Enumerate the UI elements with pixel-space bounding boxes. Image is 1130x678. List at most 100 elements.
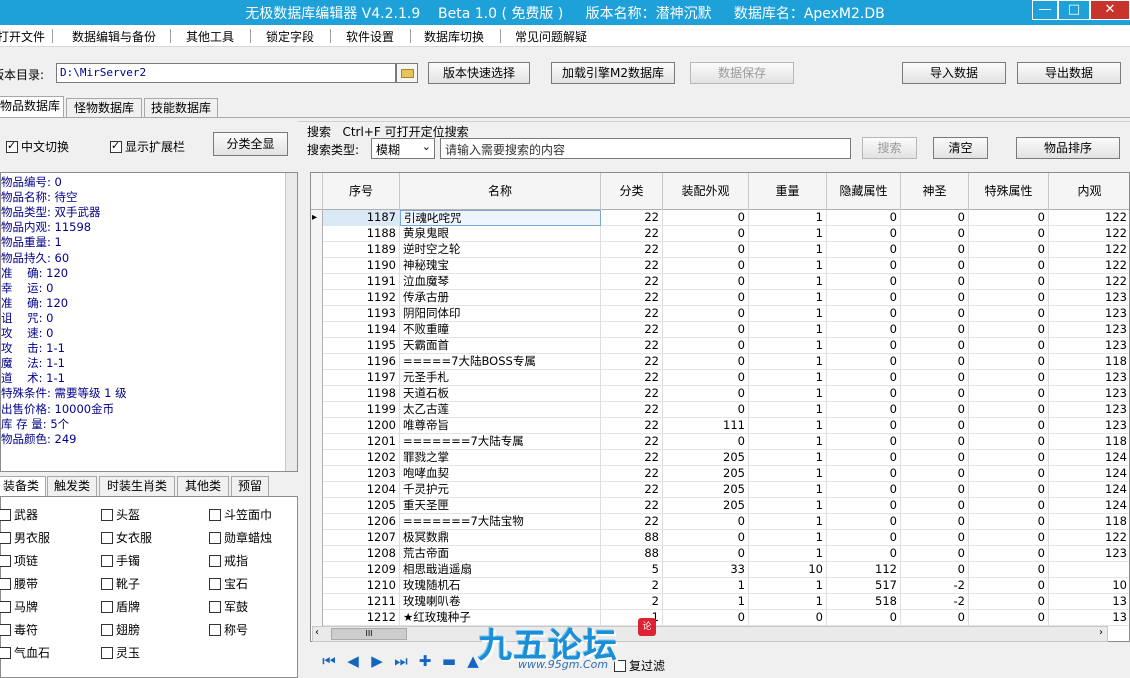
tab-reserved[interactable]: 预留 [231,476,269,496]
row-indicator[interactable] [311,402,323,418]
minimize-button[interactable]: — [1032,0,1058,20]
table-cell[interactable]: 1 [749,466,827,482]
table-cell[interactable]: 引魂叱咤咒 [400,210,601,226]
table-cell[interactable]: 0 [969,274,1049,290]
row-indicator[interactable] [311,466,323,482]
menu-db-switch[interactable]: 数据库切换 [424,28,484,45]
table-cell[interactable]: 0 [969,530,1049,546]
category-checkbox[interactable]: 腰带 [0,575,38,592]
table-cell[interactable]: 22 [601,386,663,402]
tab-monster-db[interactable]: 怪物数据库 [66,98,142,118]
table-cell[interactable]: 5 [601,562,663,578]
table-cell[interactable]: 1211 [323,594,400,610]
table-cell[interactable]: 1205 [323,498,400,514]
table-cell[interactable]: 1 [749,242,827,258]
table-cell[interactable]: 0 [663,386,749,402]
category-checkbox[interactable]: 武器 [0,506,38,523]
search-input[interactable]: 请输入需要搜索的内容 [440,138,851,159]
table-cell[interactable]: 0 [901,274,969,290]
table-cell[interactable]: 0 [969,290,1049,306]
table-cell[interactable]: 1 [749,354,827,370]
table-cell[interactable]: 0 [969,258,1049,274]
category-checkbox[interactable]: 勋章蜡烛 [209,529,272,546]
table-cell[interactable]: 1202 [323,450,400,466]
table-cell[interactable]: 0 [901,338,969,354]
table-cell[interactable]: 22 [601,354,663,370]
table-cell[interactable]: 0 [663,322,749,338]
table-cell[interactable]: 0 [663,370,749,386]
menu-data-edit-backup[interactable]: 数据编辑与备份 [72,28,156,45]
row-indicator[interactable] [311,242,323,258]
table-cell[interactable]: 1 [749,370,827,386]
table-row[interactable]: 1207 极冥数鼎 88 0 1 0 0 0 122 [311,530,1129,546]
table-cell[interactable]: 118 [1049,514,1129,530]
table-cell[interactable]: 22 [601,402,663,418]
table-cell[interactable]: 0 [663,610,749,626]
table-cell[interactable]: -2 [901,578,969,594]
next-record-icon[interactable]: ▶ [368,652,386,670]
row-indicator[interactable] [311,514,323,530]
table-cell[interactable]: 1208 [323,546,400,562]
import-data-button[interactable]: 导入数据 [902,62,1006,84]
table-row[interactable]: 1202 罪戮之掌 22 205 1 0 0 0 124 [311,450,1129,466]
table-cell[interactable]: =======7大陆专属 [400,434,601,450]
menu-lock-fields[interactable]: 锁定字段 [266,28,314,45]
table-cell[interactable]: 0 [663,514,749,530]
table-cell[interactable]: 1193 [323,306,400,322]
category-checkbox[interactable]: 气血石 [0,644,50,661]
row-indicator[interactable] [311,386,323,402]
table-cell[interactable]: =====7大陆BOSS专属 [400,354,601,370]
table-cell[interactable]: 517 [827,578,901,594]
table-row[interactable]: 1210 玫瑰随机石 2 1 1 517 -2 0 10 [311,578,1129,594]
table-cell[interactable]: 0 [901,530,969,546]
table-cell[interactable]: 1195 [323,338,400,354]
table-cell[interactable]: 0 [827,242,901,258]
grid-column-header[interactable]: 重量 [749,173,827,210]
table-cell[interactable]: 22 [601,370,663,386]
table-cell[interactable]: 0 [663,402,749,418]
row-indicator[interactable] [311,498,323,514]
table-cell[interactable]: 1 [749,338,827,354]
table-cell[interactable]: 0 [827,322,901,338]
category-checkbox[interactable]: 毒符 [0,621,38,638]
table-cell[interactable]: 0 [969,578,1049,594]
row-indicator[interactable] [311,482,323,498]
table-cell[interactable]: 0 [969,562,1049,578]
table-cell[interactable]: 千灵护元 [400,482,601,498]
chinese-switch-checkbox[interactable]: 中文切换 [6,138,69,155]
table-cell[interactable]: 1 [749,402,827,418]
table-cell[interactable]: 阴阳同体印 [400,306,601,322]
table-cell[interactable]: 0 [663,338,749,354]
table-cell[interactable]: 0 [901,290,969,306]
table-cell[interactable]: 0 [663,306,749,322]
table-cell[interactable]: 1196 [323,354,400,370]
table-cell[interactable]: 0 [827,274,901,290]
info-scrollbar[interactable] [285,173,297,471]
row-indicator[interactable] [311,594,323,610]
category-checkbox[interactable]: 手镯 [101,552,140,569]
save-data-button[interactable]: 数据保存 [690,62,794,84]
table-row[interactable]: ▸ 1187 引魂叱咤咒 22 0 1 0 0 0 122 [311,210,1129,226]
row-indicator[interactable] [311,354,323,370]
table-cell[interactable]: 0 [901,514,969,530]
table-cell[interactable]: 0 [827,450,901,466]
table-cell[interactable]: 1207 [323,530,400,546]
table-cell[interactable]: 1 [749,386,827,402]
table-row[interactable]: 1209 相思戢逍遥扇 5 33 10 112 0 0 [311,562,1129,578]
table-cell[interactable]: 2 [601,578,663,594]
table-cell[interactable]: 22 [601,242,663,258]
table-cell[interactable]: 10 [1049,578,1129,594]
table-cell[interactable]: 205 [663,466,749,482]
table-cell[interactable]: 玫瑰喇叭卷 [400,594,601,610]
scroll-right-icon[interactable]: › [1099,627,1103,638]
table-cell[interactable]: 0 [663,274,749,290]
table-cell[interactable]: 22 [601,258,663,274]
table-row[interactable]: 1205 重天圣匣 22 205 1 0 0 0 124 [311,498,1129,514]
table-cell[interactable]: 0 [969,610,1049,626]
table-cell[interactable]: 0 [827,290,901,306]
category-checkbox[interactable]: 称号 [209,621,248,638]
table-cell[interactable]: 0 [749,610,827,626]
show-all-categories-button[interactable]: 分类全显 [213,132,288,156]
table-cell[interactable]: 22 [601,210,663,226]
tab-trigger[interactable]: 触发类 [47,476,97,496]
